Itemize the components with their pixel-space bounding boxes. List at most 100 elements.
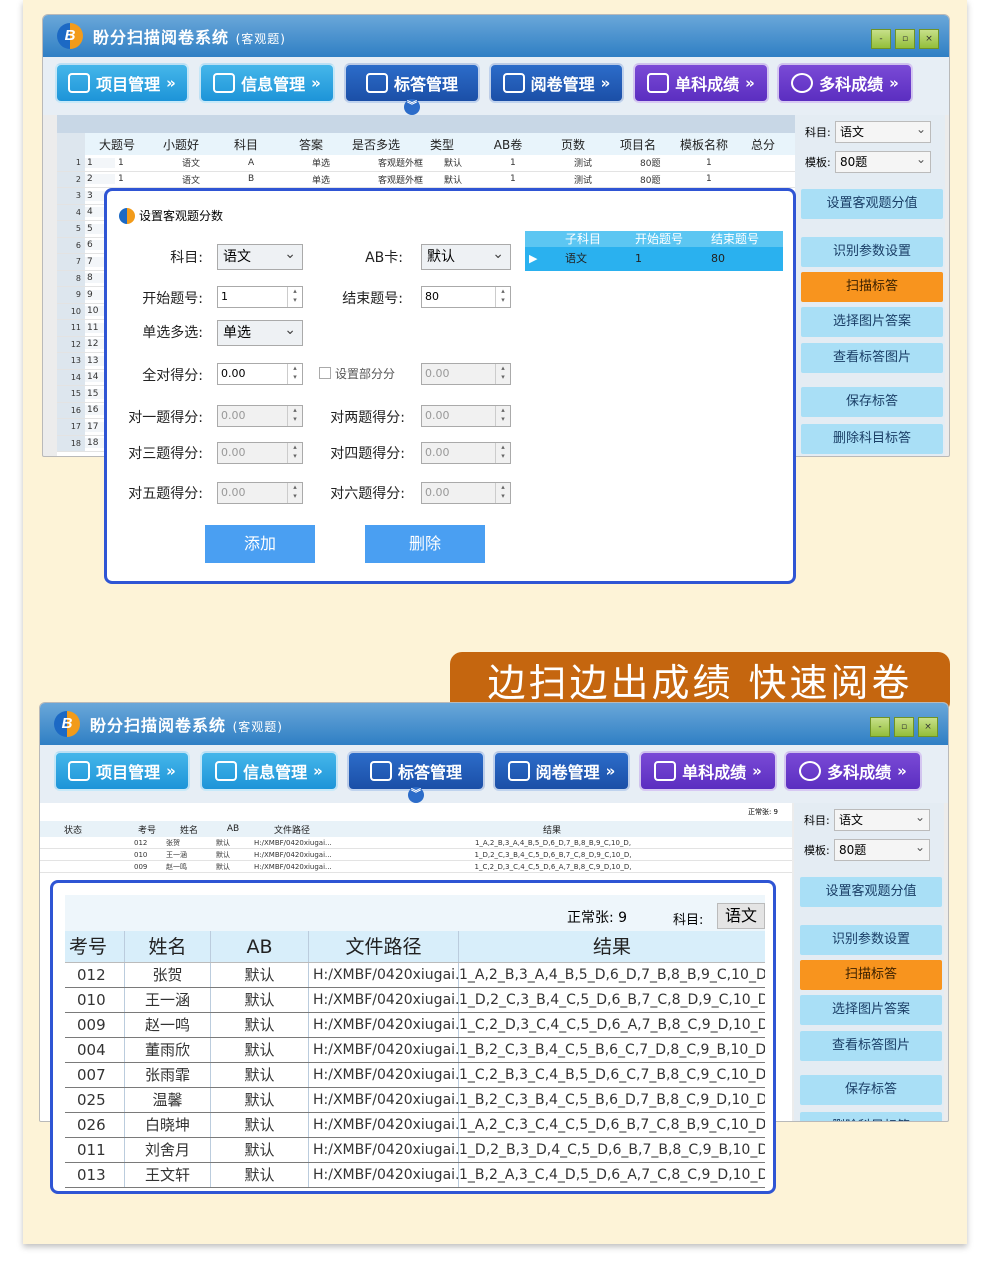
minimize-button[interactable]: - xyxy=(870,717,890,737)
right-panel: 科目:语文 模板:80题 设置客观题分值 识别参数设置 扫描标答 选择图片答案 … xyxy=(795,115,945,456)
select-image-answer-button[interactable]: 选择图片答案 xyxy=(801,307,943,337)
table-row[interactable]: 009 赵一鸣 默认 H:/XMBF/0420xiugai... 1_C,2_D,3_C… xyxy=(40,861,792,873)
single-multi-select[interactable]: 单选 xyxy=(217,318,303,346)
tab-grading-management[interactable]: 阅卷管理» xyxy=(489,63,624,103)
table-row[interactable]: 025 温馨 默认 H:/XMBF/0420xiugai... 1_B,2_C,3_B,… xyxy=(65,1088,765,1113)
row-pointer-icon: ▶ xyxy=(529,252,538,265)
app-subtitle: (客观题) xyxy=(232,720,283,734)
table-row[interactable]: 012 张贺 默认 H:/XMBF/0420xiugai... 1_A,2_B,3_A,… xyxy=(40,837,792,849)
right-panel: 科目:语文 模板:80题 设置客观题分值 识别参数设置 扫描标答 选择图片答案 … xyxy=(794,803,944,1121)
table-row[interactable]: 004 董雨欣 默认 H:/XMBF/0420xiugai... 1_B,2_C,3_B… xyxy=(65,1038,765,1063)
chevron-right-icon: » xyxy=(313,762,323,780)
minimize-button[interactable]: - xyxy=(871,29,891,49)
chevron-right-icon: » xyxy=(166,762,176,780)
table-row[interactable]: 009 赵一鸣 默认 H:/XMBF/0420xiugai... 1_C,2_D,3_C… xyxy=(65,1013,765,1038)
table-row[interactable]: ▶ 语文 1 80 xyxy=(525,247,783,271)
tab-info-management[interactable]: 信息管理» xyxy=(199,63,335,103)
grid-header: 大题号 小题好 科目 答案 是否多选 类型 AB卷 页数 项目名 模板名称 总分 xyxy=(57,133,799,155)
subject-select[interactable]: 语文 xyxy=(835,119,931,143)
save-answer-key-button[interactable]: 保存标答 xyxy=(800,1075,942,1105)
tab-multi-subject-score[interactable]: 多科成绩» xyxy=(777,63,913,103)
table-row[interactable]: 1 1 1 语文 A 单选 客观题外框 默认 1 测试 80题 1 xyxy=(57,155,799,172)
full-score-stepper[interactable]: 0.00 xyxy=(217,363,303,385)
table-row[interactable]: 007 张雨霏 默认 H:/XMBF/0420xiugai... 1_C,2_B,3_C… xyxy=(65,1063,765,1088)
three-correct-stepper[interactable]: 0.00 xyxy=(217,442,303,464)
analytics-icon xyxy=(799,761,822,781)
main-toolbar: 项目管理» 信息管理» 标答管理 ︾ 阅卷管理» 单科成绩» 多科成绩» xyxy=(40,745,948,803)
tab-answer-key-management[interactable]: 标答管理 ︾ xyxy=(344,63,480,115)
table-row[interactable]: 010 王一涵 默认 H:/XMBF/0420xiugai... 1_D,2_C,3_B… xyxy=(40,849,792,861)
partial-score-stepper[interactable]: 0.00 xyxy=(421,363,511,385)
subject-select[interactable]: 语文 xyxy=(834,807,930,831)
scan-answer-key-button[interactable]: 扫描标答 xyxy=(800,960,942,990)
table-row[interactable]: 2 2 1 语文 B 单选 客观题外框 默认 1 测试 80题 1 xyxy=(57,171,799,188)
partial-score-checkbox[interactable] xyxy=(319,367,331,379)
save-answer-key-button[interactable]: 保存标答 xyxy=(801,387,943,417)
four-correct-stepper[interactable]: 0.00 xyxy=(421,442,511,464)
view-answer-image-button[interactable]: 查看标答图片 xyxy=(800,1031,942,1061)
tab-grading-management[interactable]: 阅卷管理» xyxy=(493,751,630,791)
store-icon xyxy=(68,73,91,93)
recognition-settings-button[interactable]: 识别参数设置 xyxy=(801,237,943,267)
close-button[interactable]: × xyxy=(919,29,939,49)
normal-count: 正常张: 9 xyxy=(40,803,792,821)
wallet-icon xyxy=(654,761,677,781)
results-body: 012 张贺 默认 H:/XMBF/0420xiugai... 1_A,2_B,3_A,… xyxy=(65,963,765,1188)
add-button[interactable]: 添加 xyxy=(205,525,315,563)
five-correct-stepper[interactable]: 0.00 xyxy=(217,482,303,504)
delete-button[interactable]: 删除 xyxy=(365,525,485,563)
table-row[interactable]: 012 张贺 默认 H:/XMBF/0420xiugai... 1_A,2_B,3_A,… xyxy=(65,963,765,988)
template-select[interactable]: 80题 xyxy=(834,837,930,861)
chevron-right-icon: » xyxy=(897,762,907,780)
template-select[interactable]: 80题 xyxy=(835,149,931,173)
app-title: 盼分扫描阅卷系统 xyxy=(93,28,230,47)
set-objective-score-dialog: 设置客观题分数 科目: 语文 AB卡: 默认 开始题号: 1 结束题号: 80 … xyxy=(104,188,796,584)
one-correct-stepper[interactable]: 0.00 xyxy=(217,405,303,427)
dialog-title: 设置客观题分数 xyxy=(139,209,224,223)
table-row[interactable]: 010 王一涵 默认 H:/XMBF/0420xiugai... 1_D,2_C,3_B… xyxy=(65,988,765,1013)
ab-card-select[interactable]: 默认 xyxy=(421,242,511,270)
tab-single-subject-score[interactable]: 单科成绩» xyxy=(639,751,777,791)
app-logo-icon: B xyxy=(57,23,83,49)
recognition-settings-button[interactable]: 识别参数设置 xyxy=(800,925,942,955)
select-image-answer-button[interactable]: 选择图片答案 xyxy=(800,995,942,1025)
set-objective-score-button[interactable]: 设置客观题分值 xyxy=(801,189,943,219)
tab-project-management[interactable]: 项目管理» xyxy=(55,63,189,103)
scan-answer-key-button[interactable]: 扫描标答 xyxy=(801,272,943,302)
app-title: 盼分扫描阅卷系统 xyxy=(90,716,227,735)
main-toolbar: 项目管理» 信息管理» 标答管理 ︾ 阅卷管理» 单科成绩» 多科成绩» xyxy=(43,57,949,115)
tab-answer-key-management[interactable]: 标答管理 ︾ xyxy=(347,751,485,803)
tab-info-management[interactable]: 信息管理» xyxy=(200,751,338,791)
tab-single-subject-score[interactable]: 单科成绩» xyxy=(633,63,769,103)
normal-count: 正常张: 9 xyxy=(567,910,628,926)
wallet-icon xyxy=(647,73,670,93)
subject-select[interactable]: 语文 xyxy=(217,242,303,270)
chevron-right-icon: » xyxy=(605,762,616,780)
delete-subject-key-button[interactable]: 删除科目标答 xyxy=(801,424,943,454)
chevron-down-icon: ︾ xyxy=(408,787,424,803)
analytics-icon xyxy=(791,73,814,93)
six-correct-stepper[interactable]: 0.00 xyxy=(421,482,511,504)
tab-multi-subject-score[interactable]: 多科成绩» xyxy=(784,751,922,791)
set-objective-score-button[interactable]: 设置客观题分值 xyxy=(800,877,942,907)
app-logo-icon xyxy=(119,207,135,224)
close-button[interactable]: × xyxy=(918,717,938,737)
restore-button[interactable]: ▫ xyxy=(894,717,914,737)
tab-project-management[interactable]: 项目管理» xyxy=(54,751,190,791)
delete-subject-key-button[interactable]: 删除科目标答 xyxy=(800,1112,942,1121)
table-row[interactable]: 026 白晓坤 默认 H:/XMBF/0420xiugai... 1_A,2_C,3_C… xyxy=(65,1113,765,1138)
grid-body: 012 张贺 默认 H:/XMBF/0420xiugai... 1_A,2_B,3_A,… xyxy=(40,837,792,873)
sub-subject-table: 子科目 开始题号 结束题号 ▶ 语文 1 80 xyxy=(525,231,783,271)
view-answer-image-button[interactable]: 查看标答图片 xyxy=(801,343,943,373)
restore-button[interactable]: ▫ xyxy=(895,29,915,49)
chevron-right-icon: » xyxy=(889,74,899,92)
table-row[interactable]: 011 刘舍月 默认 H:/XMBF/0420xiugai... 1_D,2_B,3_D… xyxy=(65,1138,765,1163)
document-icon xyxy=(213,73,236,93)
two-correct-stepper[interactable]: 0.00 xyxy=(421,405,511,427)
subject-field[interactable]: 语文 xyxy=(717,903,765,929)
monitor-icon xyxy=(502,73,525,93)
results-header: 考号 姓名 AB 文件路径 结果 xyxy=(65,931,765,963)
end-number-stepper[interactable]: 80 xyxy=(421,286,511,308)
start-number-stepper[interactable]: 1 xyxy=(217,286,303,308)
table-row[interactable]: 013 王文轩 默认 H:/XMBF/0420xiugai... 1_B,2_A,3_C… xyxy=(65,1163,765,1188)
